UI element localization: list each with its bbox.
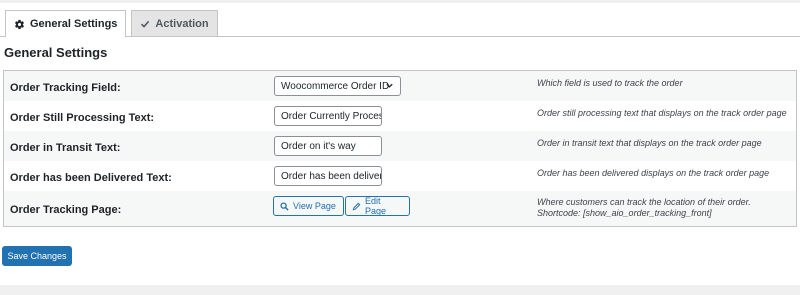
row-label: Order has been Delivered Text: (10, 172, 172, 184)
top-divider (0, 0, 800, 3)
settings-row-delivered-text: Order has been Delivered Text: Order has… (4, 161, 796, 191)
chevron-down-icon (385, 81, 394, 93)
tab-general-settings[interactable]: General Settings (5, 10, 127, 37)
tab-label: General Settings (30, 18, 118, 30)
row-label: Order in Transit Text: (10, 142, 121, 154)
gear-icon (14, 19, 25, 30)
settings-form-table: Order Tracking Field: Woocommerce Order … (3, 70, 797, 227)
row-label: Order Tracking Field: (10, 82, 121, 94)
save-changes-button[interactable]: Save Changes (2, 246, 72, 266)
delivered-text-input[interactable] (274, 166, 382, 186)
row-description: Which field is used to track the order (537, 78, 683, 88)
search-icon (280, 201, 289, 211)
checkmark-icon (140, 19, 150, 29)
transit-text-input[interactable] (274, 136, 382, 156)
row-description: Order still processing text that display… (537, 108, 787, 118)
settings-tabs: General Settings Activation (5, 10, 223, 37)
tracking-field-select[interactable]: Woocommerce Order ID (274, 76, 401, 96)
description-line: Shortcode: [show_aio_order_tracking_fron… (537, 208, 712, 218)
settings-row-tracking-field: Order Tracking Field: Woocommerce Order … (4, 71, 796, 101)
view-page-button[interactable]: View Page (273, 196, 344, 216)
footer-bar (0, 285, 800, 295)
row-label: Order Tracking Page: (10, 204, 122, 216)
description-line: Where customers can track the location o… (537, 197, 751, 207)
row-description: Order in transit text that displays on t… (537, 138, 762, 148)
processing-text-input[interactable] (274, 106, 382, 126)
edit-page-button[interactable]: Edit Page (345, 196, 410, 216)
settings-row-transit-text: Order in Transit Text: Order in transit … (4, 131, 796, 161)
tab-label: Activation (155, 17, 209, 30)
settings-row-processing-text: Order Still Processing Text: Order still… (4, 101, 796, 131)
row-description: Order has been delivered displays on the… (537, 168, 770, 178)
tab-activation[interactable]: Activation (131, 10, 218, 36)
row-description: Where customers can track the location o… (537, 197, 751, 219)
pencil-icon (352, 202, 361, 211)
row-label: Order Still Processing Text: (10, 112, 155, 124)
section-title: General Settings (4, 45, 108, 60)
select-value: Woocommerce Order ID (281, 80, 390, 92)
button-label: View Page (293, 201, 336, 211)
button-label: Edit Page (365, 196, 387, 216)
settings-row-tracking-page: Order Tracking Page: View Page Edit Page… (4, 191, 796, 226)
